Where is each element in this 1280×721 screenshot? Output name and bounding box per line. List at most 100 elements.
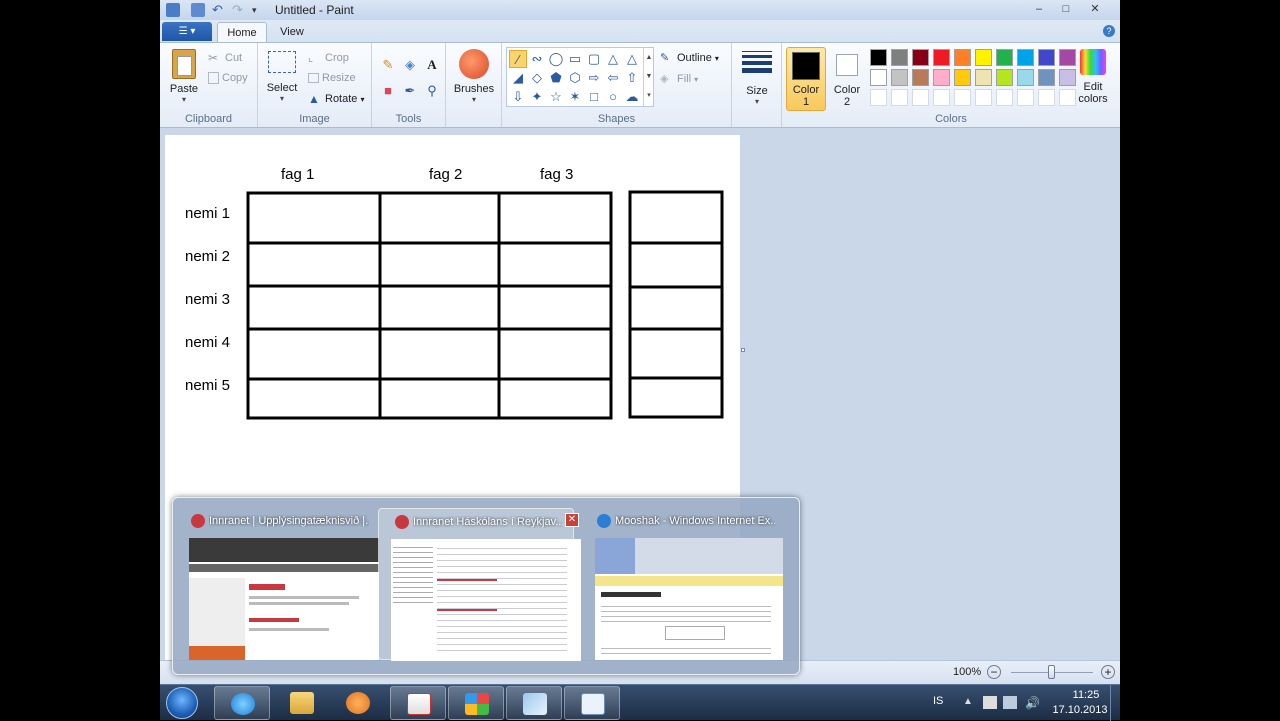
show-hidden-icons-icon[interactable]: ▲ — [963, 696, 977, 709]
resize-button[interactable]: Resize — [308, 72, 356, 84]
taskbar-smart-notebook[interactable] — [390, 686, 446, 720]
taskbar-paint[interactable] — [506, 686, 562, 720]
custom-color-slot[interactable] — [996, 89, 1013, 106]
crop-button[interactable]: ⌞ Crop — [308, 51, 349, 65]
tab-view[interactable]: View — [272, 22, 312, 42]
custom-color-slot[interactable] — [891, 89, 908, 106]
magnifier-icon[interactable]: ⚲ — [422, 81, 442, 101]
palette-swatch[interactable] — [933, 69, 950, 86]
preview-window-3[interactable]: Mooshak - Windows Internet Ex... — [581, 508, 783, 660]
paint-app-icon[interactable] — [166, 3, 180, 17]
taskbar-file-explorer[interactable] — [274, 686, 330, 720]
canvas-resize-handle[interactable] — [741, 348, 745, 352]
polygon-shape-icon[interactable]: △ — [604, 50, 622, 68]
start-button[interactable] — [166, 687, 198, 719]
palette-swatch[interactable] — [996, 69, 1013, 86]
rounded-rectangle-shape-icon[interactable]: ▢ — [585, 50, 603, 68]
palette-swatch[interactable] — [1038, 49, 1055, 66]
color2-button[interactable]: Color 2 — [828, 47, 866, 111]
palette-swatch[interactable] — [996, 49, 1013, 66]
shapes-scroll[interactable]: ▲ ▼ ▾ — [643, 48, 654, 106]
pentagon-shape-icon[interactable]: ⬟ — [547, 69, 565, 87]
six-point-star-shape-icon[interactable]: ✶ — [566, 88, 584, 106]
taskbar-notepad[interactable] — [564, 686, 620, 720]
custom-color-slot[interactable] — [912, 89, 929, 106]
save-icon[interactable] — [191, 3, 205, 17]
paint-menu-button[interactable]: ☰ ▾ — [162, 22, 212, 41]
shapes-gallery[interactable]: ∕ ∾ ◯ ▭ ▢ △ △ ◢ ◇ ⬟ ⬡ ⇨ ⇦ ⇧ ⇩ ✦ ☆ ✶ □ ○ … — [506, 47, 654, 107]
fill-bucket-icon[interactable]: ◈ — [400, 55, 420, 75]
palette-swatch[interactable] — [1017, 69, 1034, 86]
palette-swatch[interactable] — [933, 49, 950, 66]
down-arrow-shape-icon[interactable]: ⇩ — [509, 88, 527, 106]
oval-callout-shape-icon[interactable]: ○ — [604, 88, 622, 106]
rectangle-shape-icon[interactable]: ▭ — [566, 50, 584, 68]
custom-color-slot[interactable] — [1017, 89, 1034, 106]
custom-color-slot[interactable] — [1038, 89, 1055, 106]
up-arrow-shape-icon[interactable]: ⇧ — [623, 69, 641, 87]
copy-button[interactable]: Copy — [208, 72, 248, 85]
palette-swatch[interactable] — [975, 49, 992, 66]
eraser-icon[interactable]: ■ — [378, 81, 398, 101]
preview-window-1[interactable]: Innranet | Upplýsingatæknisvið |... — [175, 508, 379, 660]
maximize-button[interactable]: □ — [1053, 0, 1079, 18]
palette-swatch[interactable] — [870, 49, 887, 66]
rotate-button[interactable]: ▲ Rotate ▾ — [308, 92, 365, 106]
diamond-shape-icon[interactable]: ◇ — [528, 69, 546, 87]
palette-swatch[interactable] — [954, 69, 971, 86]
palette-swatch[interactable] — [870, 69, 887, 86]
undo-icon[interactable]: ↶ — [212, 3, 226, 17]
custom-color-slot[interactable] — [975, 89, 992, 106]
right-arrow-shape-icon[interactable]: ⇨ — [585, 69, 603, 87]
preview-window-2[interactable]: Innranet Háskólans í Reykjav... — [378, 508, 581, 661]
close-preview-window-button[interactable]: ✕ — [565, 513, 579, 527]
rounded-callout-shape-icon[interactable]: □ — [585, 88, 603, 106]
title-bar[interactable]: ↶ ↷ ▾ Untitled - Paint – □ ✕ — [160, 0, 1120, 20]
outline-button[interactable]: ✎ Outline ▾ — [660, 51, 719, 65]
taskbar-media-player[interactable] — [330, 686, 386, 720]
palette-swatch[interactable] — [912, 69, 929, 86]
network-icon[interactable] — [1003, 696, 1017, 709]
language-indicator[interactable]: IS — [933, 695, 943, 707]
zoom-out-button[interactable]: − — [987, 665, 1001, 679]
hexagon-shape-icon[interactable]: ⬡ — [566, 69, 584, 87]
text-icon[interactable]: A — [422, 55, 442, 75]
taskbar-office[interactable] — [448, 686, 504, 720]
palette-swatch[interactable] — [891, 49, 908, 66]
triangle-shape-icon[interactable]: △ — [623, 50, 641, 68]
zoom-in-button[interactable]: + — [1101, 665, 1115, 679]
paste-button[interactable]: Paste ▾ — [166, 49, 202, 104]
color-picker-icon[interactable]: ✒ — [400, 81, 420, 101]
pencil-icon[interactable]: ✎ — [378, 55, 398, 75]
action-center-icon[interactable] — [983, 696, 997, 709]
palette-swatch[interactable] — [1017, 49, 1034, 66]
palette-swatch[interactable] — [891, 69, 908, 86]
minimize-button[interactable]: – — [1026, 0, 1052, 18]
line-shape-icon[interactable]: ∕ — [509, 50, 527, 68]
custom-color-slot[interactable] — [933, 89, 950, 106]
select-button[interactable]: Select ▾ — [266, 51, 298, 103]
customize-toolbar-icon[interactable]: ▾ — [252, 3, 266, 17]
show-desktop-button[interactable] — [1110, 685, 1120, 721]
custom-color-slot[interactable] — [870, 89, 887, 106]
cloud-callout-shape-icon[interactable]: ☁ — [623, 88, 641, 106]
tab-home[interactable]: Home — [217, 22, 267, 42]
palette-swatch[interactable] — [975, 69, 992, 86]
palette-swatch[interactable] — [912, 49, 929, 66]
palette-swatch[interactable] — [1038, 69, 1055, 86]
taskbar-internet-explorer[interactable] — [214, 686, 270, 720]
cut-button[interactable]: ✂ Cut — [208, 51, 242, 65]
palette-swatch[interactable] — [954, 49, 971, 66]
color1-button[interactable]: Color 1 — [786, 47, 826, 111]
zoom-slider-thumb[interactable] — [1048, 665, 1055, 679]
redo-icon[interactable]: ↷ — [232, 3, 246, 17]
size-button[interactable]: Size ▾ — [738, 51, 776, 106]
clock-date[interactable]: 17.10.2013 — [1046, 704, 1114, 716]
clock-time[interactable]: 11:25 — [1060, 689, 1112, 701]
brushes-button[interactable]: Brushes ▾ — [452, 49, 496, 104]
custom-color-slot[interactable] — [954, 89, 971, 106]
left-arrow-shape-icon[interactable]: ⇦ — [604, 69, 622, 87]
fill-button[interactable]: ◈ Fill ▾ — [660, 72, 698, 86]
right-triangle-shape-icon[interactable]: ◢ — [509, 69, 527, 87]
five-point-star-shape-icon[interactable]: ☆ — [547, 88, 565, 106]
